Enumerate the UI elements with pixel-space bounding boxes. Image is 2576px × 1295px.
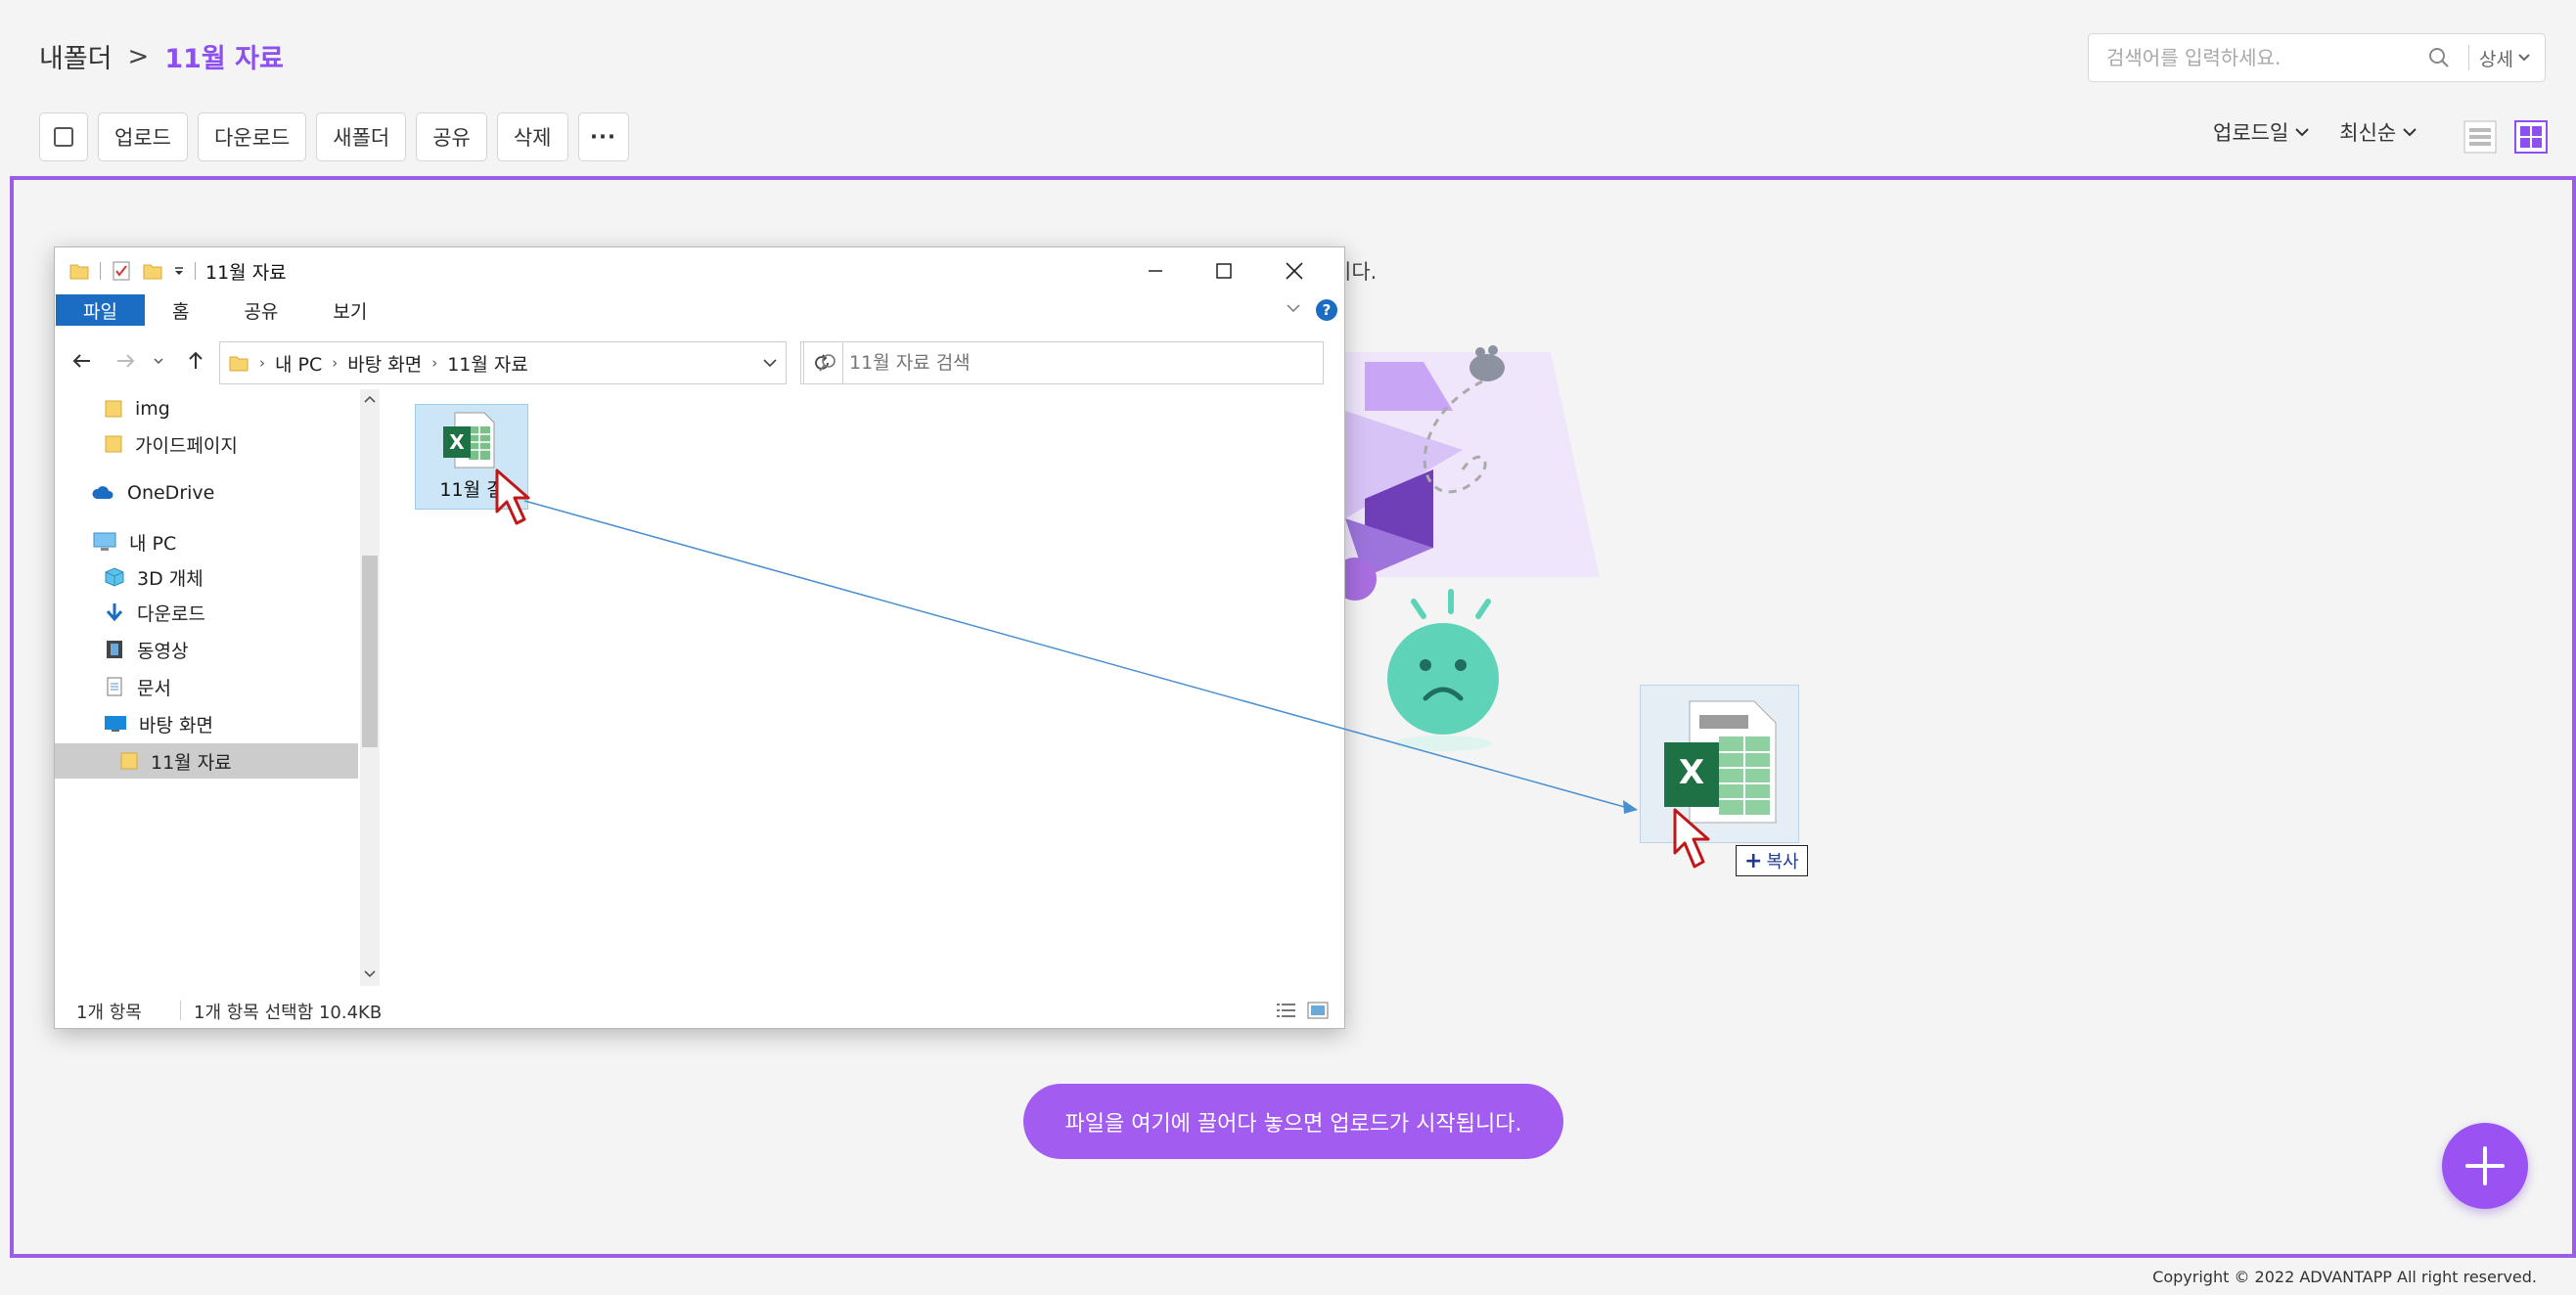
copy-label: 복사: [1766, 852, 1799, 872]
drag-path-line: [523, 500, 1638, 814]
drag-ghost-file: X: [1640, 685, 1799, 843]
svg-text:X: X: [1679, 753, 1704, 792]
plus-icon: +: [1744, 848, 1763, 873]
mouse-cursor-icon: [1673, 808, 1710, 869]
copy-badge: + 복사: [1736, 845, 1808, 876]
